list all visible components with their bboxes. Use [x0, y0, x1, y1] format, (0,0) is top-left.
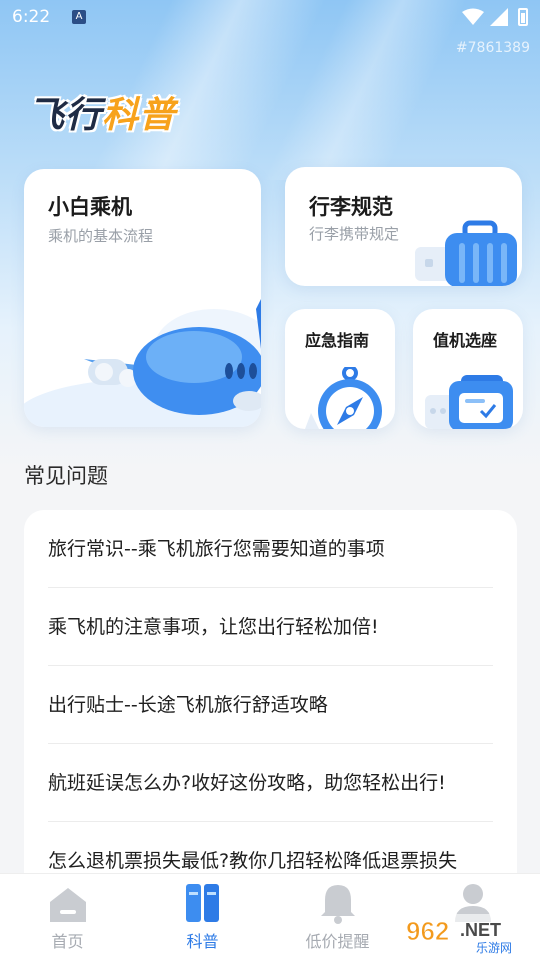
app-logo: 飞行科普	[28, 86, 176, 138]
battery-icon	[518, 8, 528, 26]
card-boarding[interactable]: 小白乘机 乘机的基本流程	[24, 169, 261, 427]
watermark-id: #7861389	[455, 40, 530, 56]
card-boarding-subtitle: 乘机的基本流程	[48, 227, 154, 245]
faq-list: 旅行常识--乘飞机旅行您需要知道的事项 乘飞机的注意事项，让您出行轻松加倍! 出…	[24, 510, 517, 930]
card-luggage-subtitle: 行李携带规定	[309, 225, 400, 243]
card-emergency[interactable]: 应急指南	[285, 309, 395, 429]
compass-icon	[305, 367, 382, 429]
svg-text:.NET: .NET	[460, 920, 501, 940]
site-watermark-logo: 962 .NET 乐游网	[400, 912, 535, 956]
faq-item[interactable]: 乘飞机的注意事项，让您出行轻松加倍!	[48, 588, 493, 666]
tab-price-alert[interactable]: 低价提醒	[270, 874, 405, 960]
faq-section-title: 常见问题	[24, 464, 108, 488]
card-checkin[interactable]: 值机选座	[413, 309, 523, 429]
svg-text:962: 962	[406, 916, 449, 946]
tab-home-label: 首页	[51, 932, 84, 951]
books-icon	[186, 884, 219, 922]
signal-icon	[490, 8, 508, 26]
tab-home[interactable]: 首页	[0, 874, 135, 960]
card-checkin-title: 值机选座	[433, 331, 498, 350]
faq-item[interactable]: 航班延误怎么办?收好这份攻略，助您轻松出行!	[48, 744, 493, 822]
faq-item[interactable]: 出行贴士--长途飞机旅行舒适攻略	[48, 666, 493, 744]
bell-icon	[321, 885, 355, 924]
tab-science[interactable]: 科普	[135, 874, 270, 960]
airplane-icon	[24, 299, 261, 427]
tab-price-alert-label: 低价提醒	[305, 932, 370, 951]
suitcase-icon	[415, 220, 517, 286]
status-time: 6:22	[12, 7, 51, 27]
card-emergency-title: 应急指南	[305, 331, 370, 350]
card-boarding-title: 小白乘机	[48, 195, 132, 219]
faq-item[interactable]: 旅行常识--乘飞机旅行您需要知道的事项	[48, 510, 493, 588]
card-luggage[interactable]: 行李规范 行李携带规定	[285, 167, 522, 286]
site-logo-art: 962 .NET 乐游网	[402, 914, 533, 955]
card-luggage-title: 行李规范	[309, 195, 393, 219]
status-bar: 6:22 A	[0, 0, 540, 36]
home-icon	[50, 888, 86, 922]
notification-icon: A	[72, 10, 86, 24]
logo-part1: 飞行	[28, 95, 103, 136]
svg-text:乐游网: 乐游网	[476, 941, 512, 955]
tab-science-label: 科普	[186, 932, 219, 951]
seat-icon	[425, 375, 513, 429]
logo-part2: 科普	[102, 95, 177, 136]
wifi-icon	[462, 8, 484, 25]
